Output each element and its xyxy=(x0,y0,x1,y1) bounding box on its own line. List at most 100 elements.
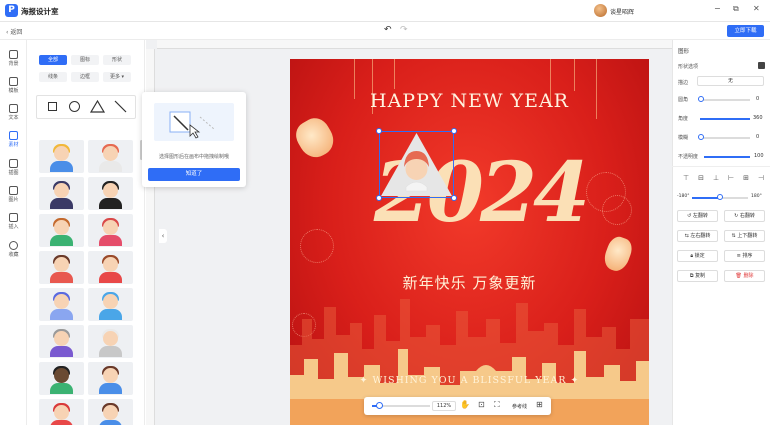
rail-item-insert[interactable]: 插入 xyxy=(0,213,27,230)
align-left-icon[interactable]: ⊢ xyxy=(727,174,735,182)
avatar-asset[interactable] xyxy=(39,362,84,395)
chip-icons[interactable]: 图标 xyxy=(71,55,99,65)
poster-wishing-text[interactable]: ✦ WISHING YOU A BLISSFUL YEAR ✦ xyxy=(290,375,649,386)
avatar-asset[interactable] xyxy=(88,325,133,358)
opacity-value[interactable]: 100 xyxy=(754,153,764,159)
avatar-asset[interactable] xyxy=(39,140,84,173)
border-select[interactable]: 无 xyxy=(697,76,764,86)
selection-box[interactable] xyxy=(376,128,457,201)
rail-item-template[interactable]: 模板 xyxy=(0,77,27,94)
avatar-asset[interactable] xyxy=(39,325,84,358)
poster[interactable]: HAPPY NEW YEAR 2024 新年快乐 万象更新 ✦ WISHING … xyxy=(290,59,649,425)
avatar-asset[interactable] xyxy=(39,288,84,321)
circle-shape-icon[interactable] xyxy=(66,98,83,115)
rail-item-text[interactable]: 文本 xyxy=(0,104,27,121)
text-icon xyxy=(9,104,18,113)
blur-value[interactable]: 0 xyxy=(756,134,759,140)
avatar-asset[interactable] xyxy=(39,214,84,247)
angle-slider[interactable] xyxy=(700,118,750,120)
avatar-asset[interactable] xyxy=(39,399,84,425)
rotate-handle[interactable] xyxy=(376,195,382,201)
angle-value[interactable]: 360 xyxy=(753,115,763,121)
zoom-bar: 112% ✋ ⊡ ⛶ 参考线 ⊞ xyxy=(364,397,551,415)
align-bottom-icon[interactable]: ⊥ xyxy=(712,174,720,182)
chip-shapes[interactable]: 形状 xyxy=(103,55,131,65)
redo-icon[interactable]: ↷ xyxy=(400,25,408,35)
blur-label: 模糊 xyxy=(678,135,689,141)
username[interactable]: 谈星昭辉 xyxy=(610,7,634,16)
hand-tool-icon[interactable]: ✋ xyxy=(460,400,470,409)
radius-slider[interactable] xyxy=(700,99,750,101)
poster-chinese-title[interactable]: 新年快乐 万象更新 xyxy=(290,272,649,293)
align-middle-icon[interactable]: ⊟ xyxy=(697,174,705,182)
fullscreen-icon[interactable]: ⛶ xyxy=(494,400,500,410)
guides-label[interactable]: 参考线 xyxy=(512,403,527,410)
rotate-right-button[interactable]: ↻ 右翻转 xyxy=(724,210,765,222)
insert-icon xyxy=(9,213,18,222)
avatar-asset[interactable] xyxy=(88,251,133,284)
poster-year[interactable]: 2024 xyxy=(330,145,630,241)
download-button[interactable]: 立即下载 xyxy=(727,25,764,37)
chip-more[interactable]: 更多 ▾ xyxy=(103,72,131,82)
button-label: 删除 xyxy=(743,273,754,279)
avatar-asset[interactable] xyxy=(88,214,133,247)
chip-borders[interactable]: 边框 xyxy=(71,72,99,82)
align-center-icon[interactable]: ⊞ xyxy=(742,174,750,182)
opacity-slider[interactable] xyxy=(704,156,750,158)
fill-color-swatch[interactable] xyxy=(758,62,765,69)
avatar-asset[interactable] xyxy=(88,399,133,425)
minimize-icon[interactable]: − xyxy=(714,4,721,13)
rail-item-favorite[interactable]: 收藏 xyxy=(0,241,27,258)
avatar-asset[interactable] xyxy=(88,140,133,173)
triangle-shape-icon[interactable] xyxy=(89,98,106,115)
resize-handle[interactable] xyxy=(451,195,457,201)
delete-button[interactable]: 🗑︎ 删除 xyxy=(724,270,765,282)
flip-horizontal-button[interactable]: ⇆ 左右翻转 xyxy=(677,230,718,242)
props-title: 图形 xyxy=(678,49,690,55)
avatar-asset[interactable] xyxy=(39,177,84,210)
poster-headline[interactable]: HAPPY NEW YEAR xyxy=(290,90,649,112)
square-shape-icon[interactable] xyxy=(44,98,61,115)
collapse-panel-icon[interactable]: ‹ xyxy=(159,229,167,243)
rotate-slider-track[interactable] xyxy=(720,197,748,199)
copy-button[interactable]: ⧉ 复制 xyxy=(677,270,718,282)
zoom-slider-knob[interactable] xyxy=(375,402,383,409)
rail-item-illustration[interactable]: 插图 xyxy=(0,159,27,176)
line-shape-icon[interactable] xyxy=(112,98,129,115)
user-avatar[interactable] xyxy=(594,4,607,17)
chip-lines[interactable]: 线条 xyxy=(39,72,67,82)
avatar-asset[interactable] xyxy=(88,177,133,210)
rotate-slider-fill[interactable] xyxy=(692,197,720,199)
resize-handle[interactable] xyxy=(376,128,382,134)
lock-button[interactable]: 🔒︎ 锁定 xyxy=(677,250,718,262)
flip-vertical-button[interactable]: ⇅ 上下翻转 xyxy=(724,230,765,242)
undo-icon[interactable]: ↶ xyxy=(384,25,392,35)
align-right-icon[interactable]: ⊣ xyxy=(757,174,765,182)
close-icon[interactable]: ✕ xyxy=(753,4,760,13)
blur-slider-knob[interactable] xyxy=(698,134,704,140)
shape-tip-popover: 选择图形后在画布中拖拽绘制哦 知道了 xyxy=(142,92,246,187)
order-button[interactable]: ≡ 排序 xyxy=(724,250,765,262)
blur-slider[interactable] xyxy=(700,137,750,139)
radius-value[interactable]: 0 xyxy=(756,96,759,102)
restore-icon[interactable]: ⧉ xyxy=(733,4,739,14)
chip-all[interactable]: 全部 xyxy=(39,55,67,65)
top-ruler xyxy=(157,40,672,49)
avatar-asset[interactable] xyxy=(88,362,133,395)
guides-icon[interactable]: ⊞ xyxy=(536,400,543,409)
got-it-button[interactable]: 知道了 xyxy=(148,168,240,181)
rail-item-material[interactable]: 素材 xyxy=(0,131,27,148)
rotate-left-button[interactable]: ↺ 左翻转 xyxy=(677,210,718,222)
zoom-value[interactable]: 112% xyxy=(432,401,456,411)
radius-slider-knob[interactable] xyxy=(698,96,704,102)
resize-handle[interactable] xyxy=(451,128,457,134)
avatar-asset[interactable] xyxy=(88,288,133,321)
rail-item-background[interactable]: 背景 xyxy=(0,50,27,67)
back-button[interactable]: ‹ 返回 xyxy=(6,27,22,36)
rotate-slider-knob[interactable] xyxy=(717,194,723,200)
align-top-icon[interactable]: ⊤ xyxy=(682,174,690,182)
fit-screen-icon[interactable]: ⊡ xyxy=(478,400,485,409)
background-icon xyxy=(9,50,18,59)
avatar-asset[interactable] xyxy=(39,251,84,284)
rail-item-image[interactable]: 图片 xyxy=(0,186,27,203)
